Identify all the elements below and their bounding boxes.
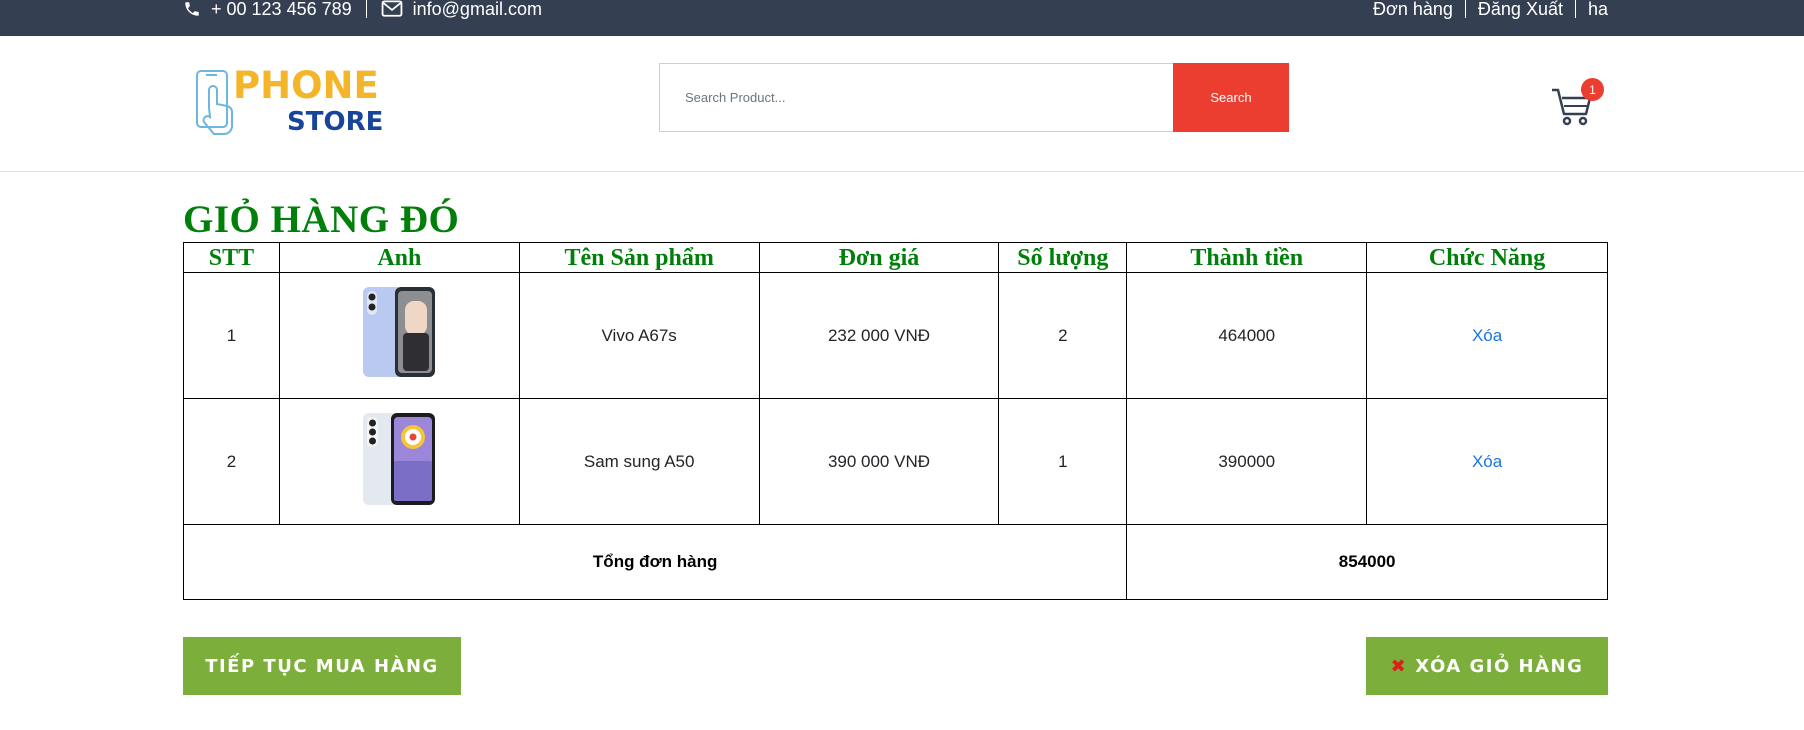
cart-count-badge: 1 xyxy=(1581,78,1604,101)
header-stt: STT xyxy=(183,242,280,273)
subtotal: 464000 xyxy=(1126,272,1368,399)
header-image: Anh xyxy=(278,242,520,273)
envelope-icon xyxy=(381,0,402,17)
phone-icon xyxy=(185,2,199,16)
header-subtotal: Thành tiền xyxy=(1126,242,1368,273)
header-unit-price: Đơn giá xyxy=(758,242,1000,273)
header-actions: Chức Năng xyxy=(1366,242,1608,273)
order-total-label: Tổng đơn hàng xyxy=(182,524,1128,600)
delete-item-link[interactable]: Xóa xyxy=(1472,326,1502,345)
row-stt: 2 xyxy=(183,398,280,525)
divider xyxy=(1574,0,1576,18)
delete-item-link[interactable]: Xóa xyxy=(1472,452,1502,471)
divider xyxy=(365,0,367,18)
store-logo[interactable]: PHONE STORE xyxy=(195,68,390,178)
cart-button[interactable]: 1 xyxy=(1550,78,1604,126)
svg-text:STORE: STORE xyxy=(287,107,383,137)
action-cell: Xóa xyxy=(1366,398,1608,525)
clear-cart-label: XÓA GIỎ HÀNG xyxy=(1415,655,1584,677)
top-bar: + 00 123 456 789 info@gmail.com Đơn hàng… xyxy=(0,0,1804,36)
search-form: Search xyxy=(659,63,1289,132)
total-row: Tổng đơn hàng 854000 xyxy=(182,524,1608,600)
account-nav: Đơn hàng Đăng Xuất ha xyxy=(1373,0,1608,20)
header: PHONE STORE Search 1 xyxy=(0,36,1804,172)
product-name: Sam sung A50 xyxy=(518,398,760,525)
search-input[interactable] xyxy=(659,63,1173,132)
order-total-value: 854000 xyxy=(1126,524,1608,600)
orders-link[interactable]: Đơn hàng xyxy=(1373,0,1453,20)
product-image-samsung xyxy=(363,413,436,505)
unit-price: 390 000 VNĐ xyxy=(758,398,1000,525)
table-row: 2 Sam sung A50 390 000 VNĐ 1 390000 Xóa xyxy=(183,398,1608,525)
contact-info: + 00 123 456 789 info@gmail.com xyxy=(183,0,542,19)
product-image-cell xyxy=(278,398,520,525)
divider xyxy=(1464,0,1466,18)
header-product-name: Tên Sản phẩm xyxy=(518,242,760,273)
search-button[interactable]: Search xyxy=(1173,63,1289,132)
continue-shopping-label: TIẾP TỤC MUA HÀNG xyxy=(205,655,439,677)
subtotal: 390000 xyxy=(1126,398,1368,525)
unit-price: 232 000 VNĐ xyxy=(758,272,1000,399)
close-icon: ✖ xyxy=(1390,655,1408,677)
cart-table: STT Anh Tên Sản phẩm Đơn giá Số lượng Th… xyxy=(182,242,1608,600)
email-address: info@gmail.com xyxy=(412,0,542,19)
quantity: 2 xyxy=(998,272,1128,399)
phone-contact: + 00 123 456 789 xyxy=(183,0,352,19)
table-row: 1 Vivo A67s 232 000 VNĐ 2 464000 Xóa xyxy=(183,272,1608,399)
table-header-row: STT Anh Tên Sản phẩm Đơn giá Số lượng Th… xyxy=(183,242,1608,273)
svg-text:PHONE: PHONE xyxy=(233,68,379,107)
quantity: 1 xyxy=(998,398,1128,525)
product-name: Vivo A67s xyxy=(518,272,760,399)
email-contact: info@gmail.com xyxy=(381,0,542,19)
username-link[interactable]: ha xyxy=(1588,0,1608,20)
row-stt: 1 xyxy=(183,272,280,399)
phone-hand-icon xyxy=(196,70,234,135)
clear-cart-button[interactable]: ✖ XÓA GIỎ HÀNG xyxy=(1366,637,1608,695)
header-quantity: Số lượng xyxy=(998,242,1128,273)
product-image-cell xyxy=(278,272,520,399)
page-title: GIỎ HÀNG ĐÓ xyxy=(183,198,460,241)
action-cell: Xóa xyxy=(1366,272,1608,399)
product-image-vivo xyxy=(363,287,436,377)
continue-shopping-button[interactable]: TIẾP TỤC MUA HÀNG xyxy=(183,637,461,695)
logout-link[interactable]: Đăng Xuất xyxy=(1478,0,1563,20)
phone-number: + 00 123 456 789 xyxy=(211,0,352,19)
